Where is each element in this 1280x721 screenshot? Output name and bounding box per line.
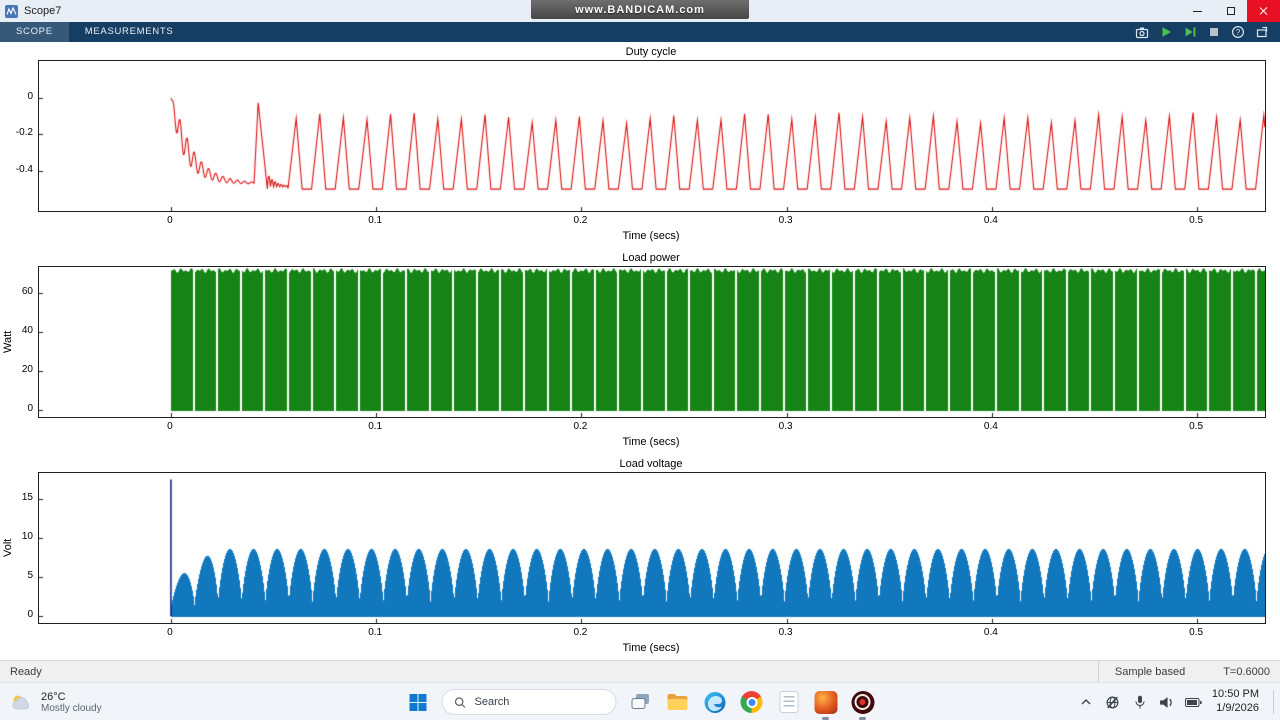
scope-panel: Duty cycle Time (secs) 0 0.1 0.2 0.3 0.4 0.5 0… [0, 42, 1280, 248]
bandicam-watermark: www.BANDICAM.com [531, 0, 749, 19]
clock-time: 10:50 PM [1211, 688, 1259, 701]
volume-icon[interactable] [1158, 692, 1176, 712]
x-tick-label: 0.5 [1189, 421, 1204, 432]
status-sim-time: T=0.6000 [1223, 665, 1270, 678]
weather-condition: Mostly cloudy [41, 702, 102, 714]
snapshot-icon[interactable] [1133, 24, 1150, 41]
x-axis-label: Time (secs) [622, 230, 680, 242]
x-tick-label: 0 [167, 627, 173, 638]
maximize-icon [1226, 7, 1235, 15]
battery-icon[interactable] [1185, 692, 1203, 712]
x-tick-label: 0 [167, 421, 173, 432]
show-desktop-button[interactable] [1273, 690, 1274, 714]
status-sample-mode: Sample based [1114, 665, 1186, 678]
minimize-icon [1193, 10, 1202, 12]
scope-plots: Duty cycle Time (secs) 0 0.1 0.2 0.3 0.4 0.5 0… [0, 42, 1280, 660]
scope-panel: Load voltage Volt Time (secs) 0 0.1 0.2 0.3… [0, 454, 1280, 660]
scope-window: Scope7 www.BANDICAM.com SCOPE MEASUREMEN… [0, 0, 1280, 720]
weather-widget[interactable]: 26°C Mostly cloudy [8, 687, 102, 717]
run-icon[interactable] [1157, 24, 1174, 41]
toolstrip-tools: ? [1133, 22, 1280, 42]
x-tick-label: 0.1 [368, 627, 383, 638]
minimize-button[interactable] [1181, 0, 1214, 22]
plot-title: Load power [622, 252, 680, 264]
file-explorer-icon[interactable] [665, 687, 691, 717]
microphone-icon[interactable] [1131, 692, 1149, 712]
maximize-button[interactable] [1214, 0, 1247, 22]
x-tick-label: 0.4 [983, 421, 998, 432]
taskbar-clock[interactable]: 10:50 PM 1/9/2026 [1212, 688, 1259, 716]
x-tick-label: 0.2 [573, 215, 588, 226]
y-tick-label: 20 [21, 363, 33, 375]
plot-canvas[interactable] [38, 472, 1266, 624]
x-tick-label: 0.1 [368, 421, 383, 432]
edge-icon[interactable] [702, 687, 728, 717]
plot-title: Duty cycle [625, 46, 677, 58]
tab-scope[interactable]: SCOPE [0, 22, 69, 42]
help-icon[interactable]: ? [1229, 24, 1246, 41]
taskbar-center: Search [405, 683, 876, 721]
tab-measurements[interactable]: MEASUREMENTS [69, 22, 190, 42]
window-title: Scope7 [24, 5, 62, 17]
chevron-up-icon[interactable] [1077, 692, 1095, 712]
stop-icon[interactable] [1205, 24, 1222, 41]
close-icon [1259, 6, 1269, 16]
y-tick-label: 10 [21, 530, 33, 542]
y-tick-label: 0 [27, 90, 33, 102]
search-input[interactable]: Search [441, 689, 617, 715]
y-tick-label: 15 [21, 491, 33, 503]
scope-toolstrip: SCOPE MEASUREMENTS ? [0, 22, 1280, 42]
x-axis-label: Time (secs) [622, 436, 680, 448]
scope-window-icon [5, 4, 18, 18]
y-tick-label: 0 [27, 608, 33, 620]
y-tick-label: 0 [27, 402, 33, 414]
x-tick-label: 0.3 [778, 421, 793, 432]
search-placeholder: Search [474, 696, 510, 708]
notepad-icon[interactable] [776, 687, 802, 717]
plot-title: Load voltage [619, 458, 683, 470]
x-tick-label: 0.2 [573, 627, 588, 638]
x-tick-label: 0.4 [983, 215, 998, 226]
scope-panel: Load power Watt Time (secs) 0 0.1 0.2 0.3 0.… [0, 248, 1280, 454]
x-tick-label: 0.5 [1189, 215, 1204, 226]
svg-text:?: ? [1235, 28, 1240, 37]
weather-temperature: 26°C [41, 690, 66, 703]
y-tick-label: -0.2 [15, 127, 33, 139]
dock-icon[interactable] [1253, 24, 1270, 41]
clock-date: 1/9/2026 [1216, 702, 1259, 714]
status-ready: Ready [10, 665, 42, 678]
no-internet-icon[interactable] [1104, 692, 1122, 712]
taskbar-tray: 10:50 PM 1/9/2026 [1077, 683, 1274, 721]
chrome-icon[interactable] [739, 687, 765, 717]
cloud-icon [12, 695, 29, 710]
step-forward-icon[interactable] [1181, 24, 1198, 41]
x-tick-label: 0 [167, 215, 173, 226]
close-button[interactable] [1247, 0, 1280, 22]
taskbar: 26°C Mostly cloudy Search 10:50 PM 1/9/2… [0, 682, 1280, 720]
y-tick-label: 5 [27, 569, 33, 581]
y-tick-label: -0.4 [15, 163, 33, 175]
x-tick-label: 0.2 [573, 421, 588, 432]
bandicam-icon[interactable] [850, 687, 876, 717]
y-tick-label: 60 [21, 285, 33, 297]
x-tick-label: 0.3 [778, 627, 793, 638]
plot-canvas[interactable] [38, 266, 1266, 418]
x-tick-label: 0.5 [1189, 627, 1204, 638]
plot-canvas[interactable] [38, 60, 1266, 212]
matlab-icon[interactable] [813, 687, 839, 717]
search-icon [454, 696, 466, 708]
x-tick-label: 0.1 [368, 215, 383, 226]
status-bar: Ready Sample based T=0.6000 [0, 660, 1280, 682]
x-axis-label: Time (secs) [622, 642, 680, 654]
y-tick-label: 40 [21, 324, 33, 336]
task-view-button[interactable] [628, 687, 654, 717]
x-tick-label: 0.3 [778, 215, 793, 226]
start-button[interactable] [405, 687, 431, 717]
x-tick-label: 0.4 [983, 627, 998, 638]
